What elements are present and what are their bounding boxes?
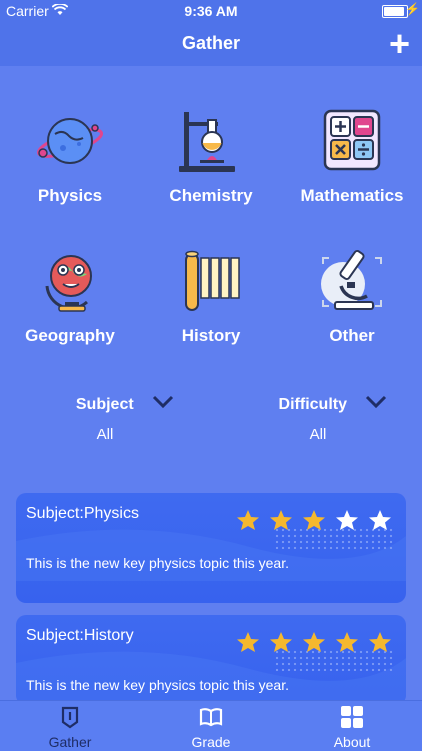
subject-grid: Physics Chemistry Mathematics Geography … [0, 66, 422, 366]
tab-grade[interactable]: Grade [141, 701, 281, 751]
tab-label: About [333, 734, 371, 750]
globe-icon [35, 246, 105, 316]
star-filled-icon [270, 510, 292, 530]
star-filled-icon [303, 632, 325, 652]
topic-card[interactable]: Subject:History This is the new key phys… [16, 615, 406, 705]
star-filled-icon [303, 510, 325, 530]
tab-label: Gather [48, 734, 92, 750]
tab-bar: Gather Grade About [0, 700, 422, 751]
flask-icon [176, 106, 246, 176]
charging-icon: ⚡ [405, 2, 420, 16]
star-filled-icon [369, 632, 391, 652]
star-filled-icon [336, 632, 358, 652]
subject-label: History [181, 326, 241, 345]
subject-filter-value: All [96, 426, 114, 443]
star-filled-icon [237, 510, 259, 530]
subject-label: Other [329, 326, 375, 345]
tab-label: Grade [191, 734, 231, 750]
navigation-bar: Gather + [0, 22, 422, 66]
star-filled-icon [237, 632, 259, 652]
card-description: This is the new key physics topic this y… [26, 677, 289, 693]
star-empty-icon [336, 510, 358, 530]
star-filled-icon [270, 632, 292, 652]
card-description: This is the new key physics topic this y… [26, 555, 289, 571]
subject-filter-label: Subject [75, 395, 134, 413]
microscope-icon [317, 246, 387, 316]
status-bar: Carrier 9:36 AM ⚡ [0, 0, 422, 22]
topic-card[interactable]: Subject:Physics This is the new key phys… [16, 493, 406, 603]
calculator-icon [317, 106, 387, 176]
book-icon [199, 705, 223, 729]
subject-other[interactable]: Other [282, 246, 422, 346]
chevron-down-icon [152, 395, 174, 414]
tab-about[interactable]: About [282, 701, 422, 751]
tab-gather[interactable]: Gather [0, 701, 140, 751]
status-time: 9:36 AM [184, 3, 238, 19]
gather-icon [58, 705, 82, 729]
subject-physics[interactable]: Physics [0, 106, 140, 206]
page-title: Gather [181, 33, 241, 53]
star-empty-icon [369, 510, 391, 530]
subject-filter[interactable]: Subject All [60, 395, 190, 443]
add-button[interactable]: + [389, 22, 410, 66]
difficulty-filter-label: Difficulty [278, 395, 347, 413]
difficulty-filter-value: All [309, 426, 327, 443]
grid-icon [340, 705, 364, 729]
subject-label: Geography [25, 326, 115, 345]
difficulty-filter[interactable]: Difficulty All [268, 395, 398, 443]
card-subject: Subject:Physics [26, 505, 139, 522]
subject-chemistry[interactable]: Chemistry [141, 106, 281, 206]
subject-mathematics[interactable]: Mathematics [282, 106, 422, 206]
star-rating [236, 509, 401, 536]
chevron-down-icon [365, 395, 387, 414]
filter-bar: Subject All Difficulty All [0, 395, 422, 455]
scroll-icon [176, 246, 246, 316]
planet-icon [35, 106, 105, 176]
subject-label: Chemistry [169, 186, 253, 205]
card-subject: Subject:History [26, 627, 134, 644]
subject-history[interactable]: History [141, 246, 281, 346]
subject-label: Physics [37, 186, 103, 205]
subject-label: Mathematics [300, 186, 404, 205]
star-rating [236, 631, 401, 658]
subject-geography[interactable]: Geography [0, 246, 140, 346]
